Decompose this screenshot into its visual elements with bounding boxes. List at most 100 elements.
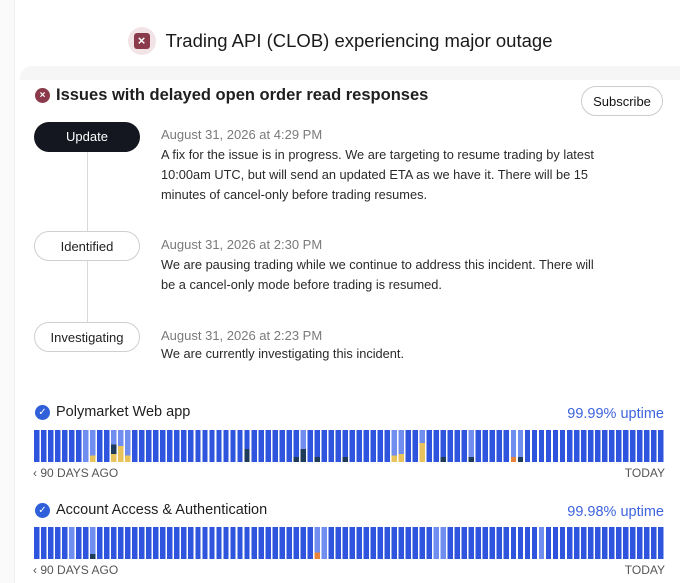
uptime-day-bar[interactable] bbox=[559, 527, 566, 559]
uptime-day-bar[interactable] bbox=[167, 430, 173, 462]
uptime-day-bar[interactable] bbox=[41, 527, 47, 559]
uptime-day-bar[interactable] bbox=[405, 527, 411, 559]
uptime-day-bar[interactable] bbox=[62, 527, 68, 559]
uptime-day-bar[interactable] bbox=[391, 527, 397, 559]
uptime-day-bar[interactable] bbox=[34, 430, 40, 462]
uptime-day-bar[interactable] bbox=[209, 527, 215, 559]
uptime-day-bar[interactable] bbox=[573, 430, 580, 462]
uptime-day-bar[interactable] bbox=[461, 527, 468, 559]
uptime-day-bar[interactable] bbox=[468, 527, 475, 559]
uptime-day-bar[interactable] bbox=[573, 527, 580, 559]
uptime-day-bar[interactable] bbox=[524, 430, 531, 462]
uptime-day-bar[interactable] bbox=[48, 430, 54, 462]
uptime-day-bar[interactable] bbox=[230, 430, 236, 462]
uptime-day-bar[interactable] bbox=[566, 527, 573, 559]
uptime-day-bar[interactable] bbox=[125, 527, 131, 559]
uptime-day-bar[interactable] bbox=[454, 527, 461, 559]
uptime-day-bar[interactable] bbox=[335, 430, 341, 462]
uptime-day-bar[interactable] bbox=[496, 430, 503, 462]
uptime-day-bar[interactable] bbox=[447, 430, 454, 462]
uptime-day-bar[interactable] bbox=[580, 430, 587, 462]
uptime-day-bar[interactable] bbox=[195, 430, 201, 462]
uptime-day-bar[interactable] bbox=[188, 527, 194, 559]
uptime-day-bar[interactable] bbox=[363, 527, 369, 559]
uptime-day-bar[interactable] bbox=[321, 430, 327, 462]
uptime-day-bar[interactable] bbox=[48, 527, 54, 559]
uptime-day-bar[interactable] bbox=[328, 527, 334, 559]
uptime-day-bar[interactable] bbox=[335, 527, 341, 559]
uptime-day-bar[interactable] bbox=[482, 527, 489, 559]
uptime-day-bar[interactable] bbox=[440, 527, 447, 559]
uptime-day-bar[interactable] bbox=[538, 430, 545, 462]
uptime-day-bar[interactable] bbox=[636, 430, 643, 462]
uptime-day-bar[interactable] bbox=[76, 527, 82, 559]
uptime-day-bar[interactable] bbox=[377, 527, 383, 559]
uptime-day-bar[interactable] bbox=[202, 527, 208, 559]
uptime-day-bar[interactable] bbox=[41, 430, 47, 462]
uptime-day-bar[interactable] bbox=[657, 527, 664, 559]
uptime-day-bar[interactable] bbox=[195, 527, 201, 559]
uptime-day-bar[interactable] bbox=[146, 430, 152, 462]
uptime-day-bar[interactable] bbox=[153, 527, 159, 559]
uptime-day-bar[interactable] bbox=[559, 430, 566, 462]
uptime-day-bar[interactable] bbox=[160, 527, 166, 559]
uptime-day-bar[interactable] bbox=[146, 527, 152, 559]
uptime-day-bar[interactable] bbox=[251, 430, 257, 462]
uptime-day-bar[interactable] bbox=[475, 527, 482, 559]
uptime-day-bar[interactable] bbox=[552, 527, 559, 559]
uptime-day-bar[interactable] bbox=[412, 527, 419, 559]
uptime-day-bar[interactable] bbox=[580, 527, 587, 559]
uptime-day-bar[interactable] bbox=[328, 430, 334, 462]
uptime-day-bar[interactable] bbox=[594, 430, 601, 462]
uptime-day-bar[interactable] bbox=[608, 430, 615, 462]
uptime-day-bar[interactable] bbox=[377, 430, 383, 462]
uptime-day-bar[interactable] bbox=[622, 527, 629, 559]
uptime-day-bar[interactable] bbox=[461, 430, 468, 462]
uptime-day-bar[interactable] bbox=[419, 527, 426, 559]
uptime-day-bar[interactable] bbox=[118, 527, 124, 559]
uptime-day-bar[interactable] bbox=[132, 527, 138, 559]
uptime-day-bar[interactable] bbox=[587, 430, 594, 462]
uptime-day-bar[interactable] bbox=[300, 527, 306, 559]
uptime-day-bar[interactable] bbox=[258, 430, 264, 462]
uptime-day-bar[interactable] bbox=[489, 430, 496, 462]
uptime-day-bar[interactable] bbox=[279, 527, 285, 559]
uptime-day-bar[interactable] bbox=[489, 527, 496, 559]
uptime-day-bar[interactable] bbox=[356, 527, 362, 559]
uptime-day-bar[interactable] bbox=[69, 430, 75, 462]
uptime-day-bar[interactable] bbox=[104, 527, 110, 559]
uptime-day-bar[interactable] bbox=[237, 527, 243, 559]
uptime-day-bar[interactable] bbox=[503, 430, 510, 462]
uptime-day-bar[interactable] bbox=[566, 430, 573, 462]
uptime-day-bar[interactable] bbox=[251, 527, 257, 559]
uptime-day-bar[interactable] bbox=[34, 527, 40, 559]
subscribe-button[interactable]: Subscribe bbox=[581, 86, 663, 116]
uptime-day-bar[interactable] bbox=[615, 430, 622, 462]
uptime-day-bar[interactable] bbox=[531, 527, 538, 559]
uptime-day-bar[interactable] bbox=[76, 430, 82, 462]
uptime-day-bar[interactable] bbox=[62, 430, 68, 462]
uptime-day-bar[interactable] bbox=[636, 527, 643, 559]
uptime-day-bar[interactable] bbox=[482, 430, 489, 462]
uptime-day-bar[interactable] bbox=[139, 527, 145, 559]
uptime-day-bar[interactable] bbox=[272, 527, 278, 559]
uptime-day-bar[interactable] bbox=[412, 430, 419, 462]
uptime-day-bar[interactable] bbox=[615, 527, 622, 559]
uptime-day-bar[interactable] bbox=[286, 430, 292, 462]
uptime-day-bar[interactable] bbox=[545, 430, 552, 462]
uptime-day-bar[interactable] bbox=[384, 430, 390, 462]
uptime-day-bar[interactable] bbox=[594, 527, 601, 559]
uptime-day-bar[interactable] bbox=[349, 430, 355, 462]
uptime-day-bar[interactable] bbox=[202, 430, 208, 462]
uptime-day-bar[interactable] bbox=[601, 430, 608, 462]
uptime-day-bar[interactable] bbox=[174, 527, 180, 559]
uptime-day-bar[interactable] bbox=[643, 430, 650, 462]
uptime-day-bar[interactable] bbox=[363, 430, 369, 462]
uptime-day-bar[interactable] bbox=[629, 430, 636, 462]
uptime-day-bar[interactable] bbox=[83, 527, 89, 559]
uptime-day-bar[interactable] bbox=[167, 527, 173, 559]
uptime-day-bar[interactable] bbox=[398, 527, 404, 559]
uptime-day-bar[interactable] bbox=[97, 527, 103, 559]
uptime-day-bar[interactable] bbox=[650, 430, 657, 462]
uptime-day-bar[interactable] bbox=[496, 527, 503, 559]
